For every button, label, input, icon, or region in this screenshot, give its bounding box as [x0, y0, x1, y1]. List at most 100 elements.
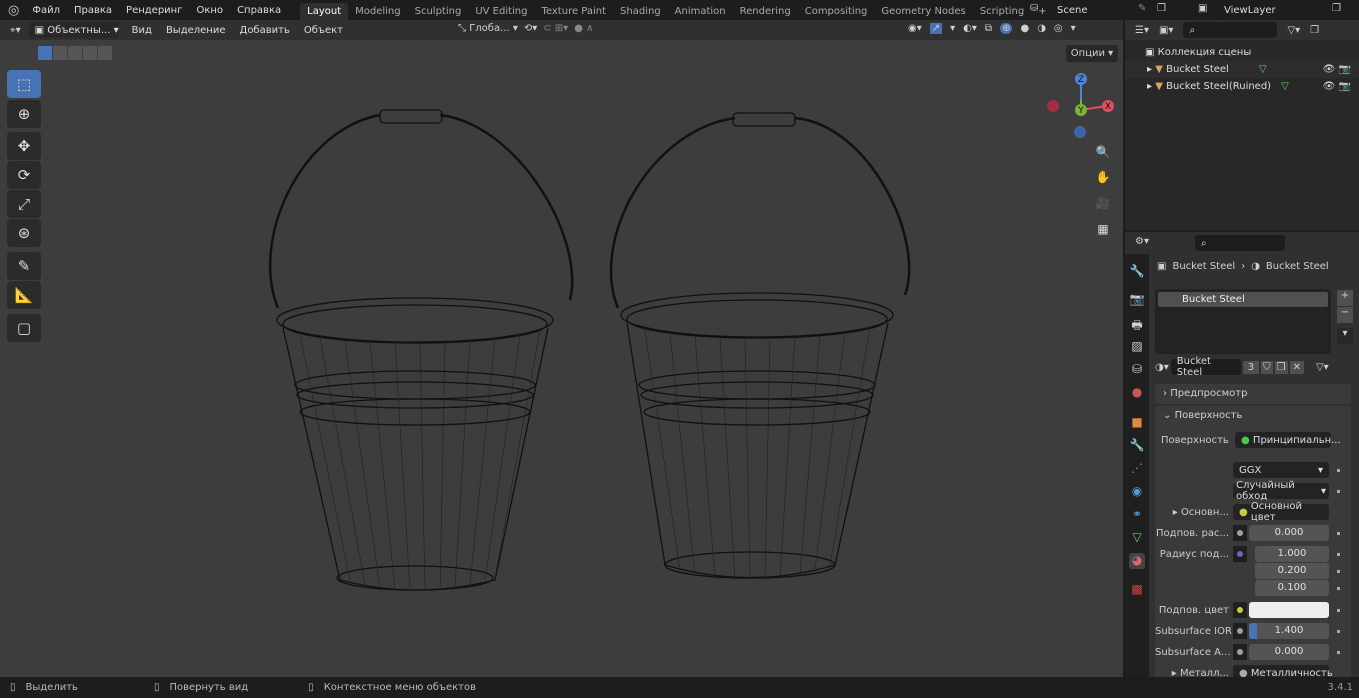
tool-tab-icon[interactable]: 🔧: [1129, 264, 1145, 280]
user-count[interactable]: 3: [1242, 360, 1260, 374]
xray-icon[interactable]: ⧉: [985, 23, 992, 34]
tab-modeling[interactable]: Modeling: [348, 3, 408, 20]
menu-file[interactable]: Файл: [25, 5, 67, 16]
overlays-icon[interactable]: ◐▾: [963, 23, 977, 34]
pin-icon[interactable]: ✎: [1138, 3, 1146, 14]
scene-icon[interactable]: ⛁: [1030, 3, 1038, 14]
browse-material-icon[interactable]: ◑▾: [1155, 362, 1169, 373]
tab-sculpting[interactable]: Sculpting: [408, 3, 469, 20]
surface-shader-select[interactable]: ● Принципиальн...: [1235, 432, 1341, 448]
tab-compositing[interactable]: Compositing: [798, 3, 875, 20]
subsurface-radius-y[interactable]: 0.200: [1255, 563, 1329, 579]
view-layer-tab-icon[interactable]: ▨: [1129, 339, 1145, 355]
menu-add[interactable]: Добавить: [233, 25, 297, 36]
output-tab-icon[interactable]: 🖶: [1129, 316, 1145, 332]
editor-type-icon[interactable]: ⚙▾: [1135, 236, 1149, 247]
remove-slot-button[interactable]: −: [1337, 307, 1353, 323]
subsurface-color-swatch[interactable]: [1249, 602, 1329, 618]
link-type-icon[interactable]: ▽▾: [1316, 362, 1329, 373]
menu-select[interactable]: Выделение: [159, 25, 233, 36]
menu-help[interactable]: Справка: [230, 5, 288, 16]
material-slot[interactable]: Bucket Steel: [1158, 292, 1328, 307]
outliner-search[interactable]: ⌕: [1183, 22, 1278, 38]
particles-tab-icon[interactable]: ⋰: [1129, 461, 1145, 477]
view-layer-icon[interactable]: ▣: [1198, 3, 1207, 14]
pan-hand-icon[interactable]: ✋: [1092, 166, 1114, 188]
gizmo-neg-z-axis[interactable]: [1074, 126, 1086, 138]
duplicate-material-icon[interactable]: ❐: [1274, 360, 1288, 374]
menu-render[interactable]: Рендеринг: [119, 5, 189, 16]
world-tab-icon[interactable]: ●: [1129, 385, 1145, 401]
subsurface-radius-z[interactable]: 0.100: [1255, 580, 1329, 596]
navigation-gizmo[interactable]: Z X Y: [1042, 70, 1118, 146]
filter-icon[interactable]: ▽▾: [1287, 25, 1300, 36]
subsurface-method-select[interactable]: Случайный обход ▾: [1233, 480, 1329, 502]
fake-user-icon[interactable]: ⛉: [1261, 360, 1273, 374]
texture-tab-icon[interactable]: ▩: [1129, 582, 1145, 598]
distribution-select[interactable]: GGX ▾: [1233, 462, 1329, 478]
socket-icon[interactable]: [1233, 525, 1247, 541]
subsurface-anisotropy-field[interactable]: 0.000: [1249, 644, 1329, 660]
constraints-tab-icon[interactable]: ⚭: [1129, 507, 1145, 523]
outliner-item-bucket-steel-ruined[interactable]: ▸ ▼ Bucket Steel(Ruined) ▽ 👁 📷: [1125, 78, 1359, 95]
subsurface-field[interactable]: 0.000: [1249, 525, 1329, 541]
object-tab-icon[interactable]: ■: [1129, 415, 1145, 431]
orientation-select[interactable]: ⤡ Глоба... ▾: [458, 23, 518, 34]
gizmo-neg-x-axis[interactable]: [1047, 100, 1059, 112]
scene-tab-icon[interactable]: ⛁: [1129, 362, 1145, 378]
blender-logo-icon[interactable]: ◎: [0, 3, 25, 18]
unlink-material-icon[interactable]: ✕: [1289, 360, 1304, 374]
subsurface-ior-field[interactable]: 1.400: [1249, 623, 1329, 639]
menu-window[interactable]: Окно: [189, 5, 230, 16]
pivot-icon[interactable]: ⟲▾: [524, 23, 537, 34]
new-collection-icon[interactable]: ❐: [1310, 25, 1319, 36]
shading-material-icon[interactable]: ◑: [1037, 23, 1046, 34]
panel-preview[interactable]: › Предпросмотр: [1155, 384, 1351, 404]
snap-icon[interactable]: ⊂ ⊞▾: [543, 23, 568, 34]
3d-viewport[interactable]: ⬚ ⊕ ✥ ⟳ ⤢ ⊛ ✎ 📐 ▢ Опции ▾ Z X Y 🔍 ✋ 🎥 ▦: [0, 40, 1123, 677]
options-dropdown[interactable]: Опции ▾: [1066, 45, 1118, 62]
shading-solid-icon[interactable]: ●: [1020, 23, 1029, 34]
menu-object[interactable]: Объект: [297, 25, 350, 36]
visibility-eye-icon[interactable]: 👁 📷: [1323, 81, 1359, 92]
socket-icon[interactable]: [1233, 623, 1247, 639]
subsurface-radius-x[interactable]: 1.000: [1255, 546, 1329, 562]
socket-icon[interactable]: [1233, 644, 1247, 660]
tab-shading[interactable]: Shading: [613, 3, 668, 20]
shading-options-icon[interactable]: ▾: [1071, 23, 1076, 34]
view-layer-field[interactable]: ViewLayer: [1218, 2, 1328, 18]
shading-wireframe-icon[interactable]: ⊕: [1000, 23, 1013, 34]
data-tab-icon[interactable]: ▽: [1129, 530, 1145, 546]
visibility-icon[interactable]: ◉▾: [908, 23, 922, 34]
tab-layout[interactable]: Layout: [300, 3, 349, 20]
tab-scripting[interactable]: Scripting: [973, 3, 1031, 20]
panel-surface[interactable]: ⌄ Поверхность: [1155, 406, 1351, 426]
material-name-field[interactable]: Bucket Steel: [1170, 356, 1241, 378]
render-tab-icon[interactable]: 📷: [1129, 292, 1145, 308]
add-slot-button[interactable]: +: [1337, 290, 1353, 306]
scene-collection-row[interactable]: ▣ Коллекция сцены: [1125, 44, 1359, 61]
grid-perspective-icon[interactable]: ▦: [1092, 218, 1114, 240]
tab-geometry-nodes[interactable]: Geometry Nodes: [874, 3, 972, 20]
new-view-layer-icon[interactable]: ❐: [1332, 3, 1341, 14]
socket-icon[interactable]: [1233, 602, 1247, 618]
slot-menu-button[interactable]: ▾: [1337, 328, 1353, 344]
new-scene-icon[interactable]: ❐: [1157, 3, 1166, 14]
zoom-icon[interactable]: 🔍: [1092, 141, 1114, 163]
tab-animation[interactable]: Animation: [668, 3, 733, 20]
gizmo-toggle-icon[interactable]: ↗: [929, 23, 943, 34]
base-color-link[interactable]: ● Основной цвет: [1233, 501, 1329, 523]
properties-search[interactable]: ⌕: [1195, 235, 1285, 251]
visibility-eye-icon[interactable]: 👁 📷: [1323, 64, 1359, 75]
tab-rendering[interactable]: Rendering: [733, 3, 798, 20]
shading-rendered-icon[interactable]: ◎: [1054, 23, 1063, 34]
material-slots-list[interactable]: Bucket Steel: [1155, 289, 1331, 354]
tab-texture-paint[interactable]: Texture Paint: [535, 3, 614, 20]
mode-select[interactable]: ▣ Объектны... ▾: [28, 22, 119, 38]
modifier-tab-icon[interactable]: 🔧: [1129, 438, 1145, 454]
physics-tab-icon[interactable]: ◉: [1129, 484, 1145, 500]
outliner-item-bucket-steel[interactable]: ▸ ▼ Bucket Steel ▽ 👁 📷: [1125, 61, 1359, 78]
display-mode-icon[interactable]: ☰▾: [1135, 25, 1149, 36]
camera-icon[interactable]: 🎥: [1092, 192, 1114, 214]
material-tab-icon[interactable]: ◕: [1129, 553, 1145, 569]
